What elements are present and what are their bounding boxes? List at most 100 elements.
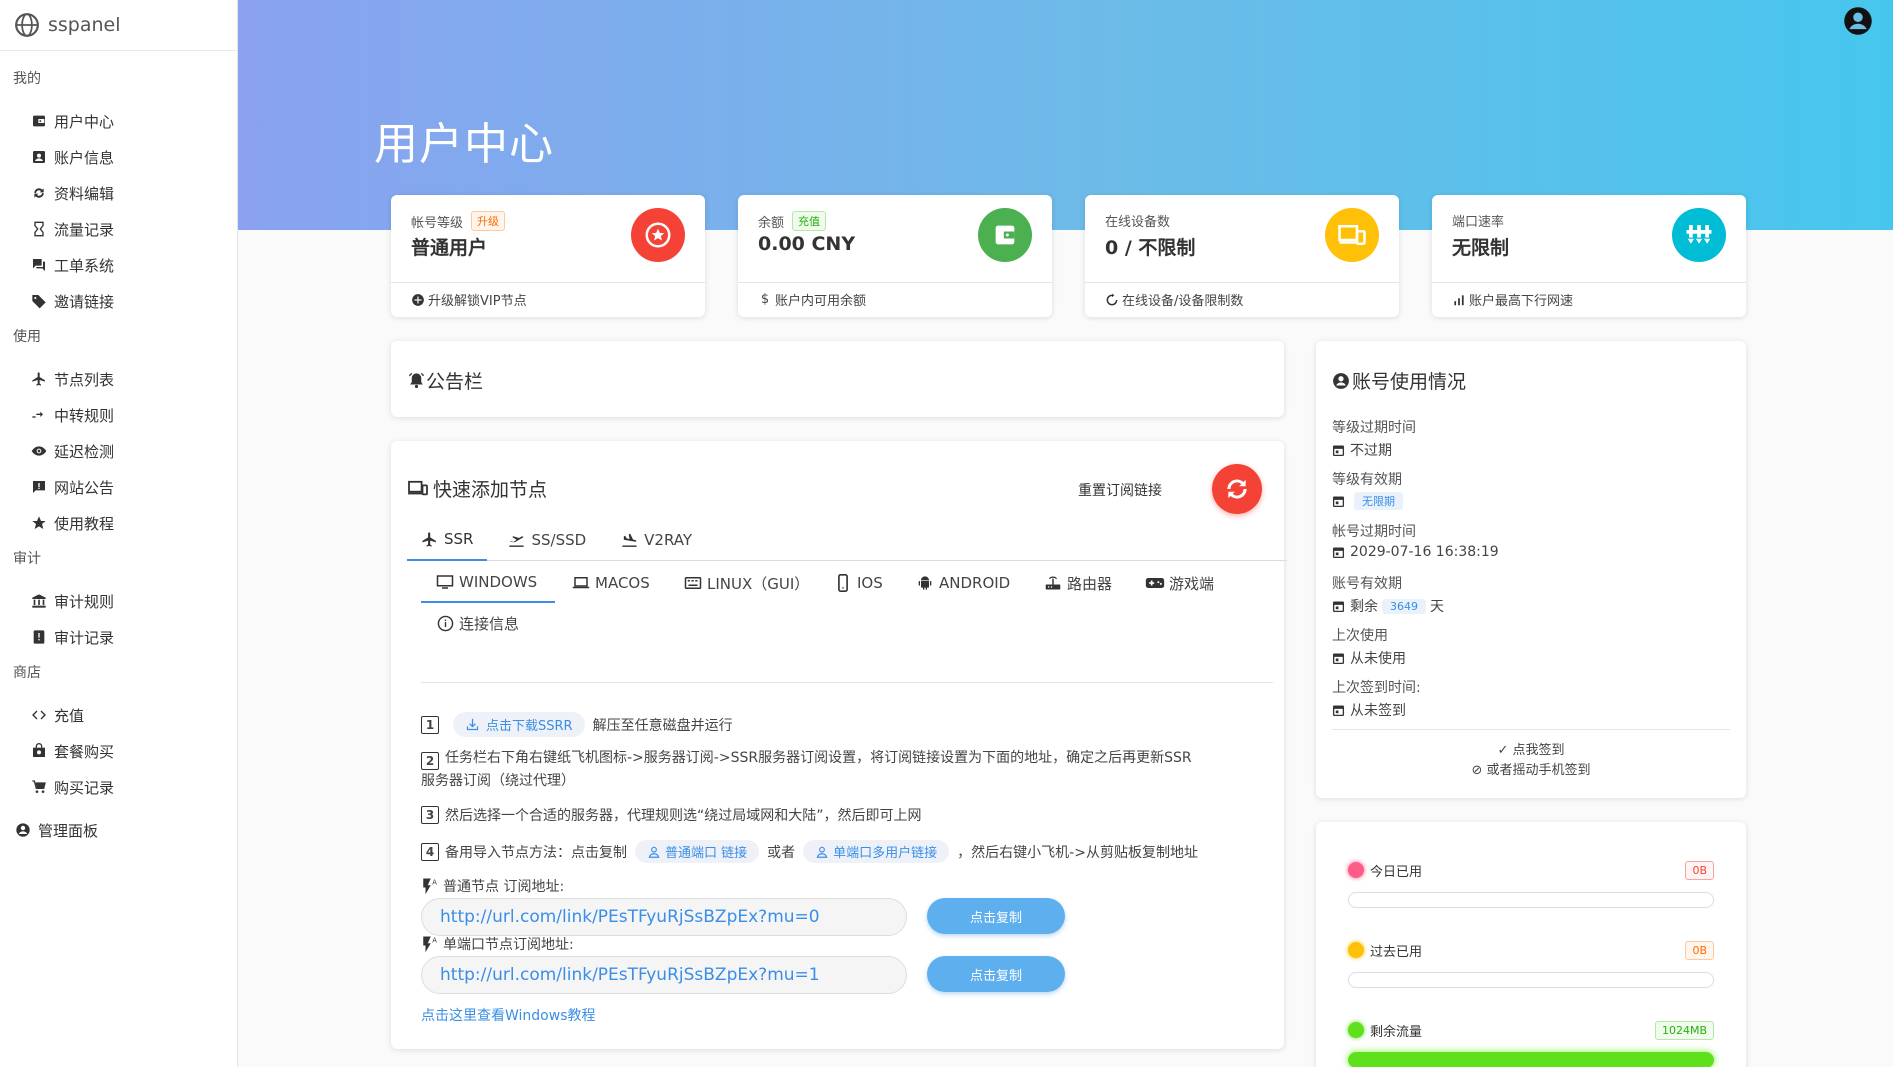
item-value: 无限期 — [1332, 492, 1407, 510]
quick-add-card: 快速添加节点 重置订阅链接 SSR SS/SSD V2RAY WINDOWS M… — [391, 441, 1287, 1049]
check-icon: ✓ — [1497, 743, 1513, 758]
tab-ss-ssd[interactable]: SS/SSD — [493, 519, 600, 561]
sidebar-item-profile-edit[interactable]: 资料编辑 — [0, 175, 237, 211]
code-icon — [30, 706, 48, 724]
step-number-1-icon: 1 — [421, 715, 439, 734]
platform-tabs: WINDOWS MACOS LINUX（GUI） IOS ANDROID 路由器… — [421, 563, 1273, 643]
checkin-label: 点我签到 — [1512, 743, 1565, 758]
copy-normal-port-label: 普通端口 链接 — [665, 846, 748, 861]
level-validity-item: 等级有效期 无限期 — [1332, 469, 1407, 510]
status-dot-icon — [1348, 862, 1364, 878]
sidebar-item-audit-rules[interactable]: 审计规则 — [0, 583, 237, 619]
keyboard-icon — [683, 574, 703, 592]
airplane-icon — [422, 531, 436, 547]
sidebar-item-label: 充值 — [54, 706, 85, 725]
item-label: 上次签到时间: — [1332, 680, 1421, 696]
transfer-icon — [30, 406, 48, 424]
section-title-use: 使用 — [13, 329, 41, 345]
wallet-icon — [978, 208, 1032, 262]
tabs-divider — [421, 682, 1273, 683]
tag-icon — [30, 292, 48, 310]
step-number-2-icon: 2 — [421, 752, 439, 770]
tab-label: MACOS — [595, 574, 650, 592]
sidebar-item-audit-log[interactable]: 审计记录 — [0, 619, 237, 655]
copy-single-url-button[interactable]: 点击复制 — [927, 956, 1065, 992]
sidebar-item-tickets[interactable]: 工单系统 — [0, 247, 237, 283]
gamepad-icon — [1145, 574, 1165, 592]
sidebar-item-admin[interactable]: 管理面板 — [0, 812, 237, 848]
tab-android[interactable]: ANDROID — [915, 563, 1010, 603]
copy-normal-port-link[interactable]: 普通端口 链接 — [635, 840, 760, 863]
tab-v2ray[interactable]: V2RAY — [606, 519, 706, 561]
sidebar-item-user-center[interactable]: 用户中心 — [0, 103, 237, 139]
announcement-title: 公告栏 — [407, 367, 483, 394]
eye-icon — [30, 442, 48, 460]
sidebar-item-packages[interactable]: 套餐购买 — [0, 733, 237, 769]
item-suffix: 天 — [1430, 599, 1444, 615]
copy-single-port-link[interactable]: 单端口多用户链接 — [803, 840, 950, 863]
shake-label: 或者摇动手机签到 — [1486, 763, 1591, 778]
recharge-tag[interactable]: 充值 — [792, 211, 827, 231]
traffic-value-badge: 0B — [1685, 860, 1714, 880]
speed-icon — [1672, 208, 1726, 262]
traffic-value-badge: 1024MB — [1654, 1020, 1714, 1040]
tab-label: ANDROID — [939, 574, 1011, 592]
tab-connection-info[interactable]: 连接信息 — [435, 603, 519, 643]
step-4-prefix: 备用导入节点方法：点击复制 — [445, 844, 627, 861]
sidebar-item-nodes[interactable]: 节点列表 — [0, 361, 237, 397]
brand[interactable]: sspanel — [0, 0, 237, 51]
stat-value: 0 / 不限制 — [1105, 237, 1196, 259]
stat-foot: 在线设备/设备限制数 — [1085, 282, 1399, 316]
sidebar-item-purchase-history[interactable]: 购买记录 — [0, 769, 237, 805]
brand-name: sspanel — [48, 14, 121, 36]
devices-icon — [1325, 208, 1379, 262]
page-title: 用户中心 — [374, 119, 554, 170]
download-ssrr-label: 点击下载SSRR — [486, 719, 573, 734]
upgrade-tag[interactable]: 升级 — [471, 211, 506, 231]
windows-tutorial-link[interactable]: 点击这里查看Windows教程 — [421, 1005, 596, 1025]
tab-windows[interactable]: WINDOWS — [421, 563, 555, 603]
sidebar-item-recharge[interactable]: 充值 — [0, 697, 237, 733]
normal-subscription-url[interactable]: http://url.com/link/PEsTFyuRjSsBZpEx?mu=… — [421, 898, 907, 936]
checkin-button[interactable]: ✓ 点我签到 — [1316, 739, 1746, 758]
step-4: 4 备用导入节点方法：点击复制 普通端口 链接 或者 单端口多用户链接 ，然后右… — [421, 840, 1198, 863]
stat-foot: $ 账户内可用余额 — [738, 282, 1052, 316]
tab-ssr[interactable]: SSR — [407, 519, 488, 561]
sidebar-item-traffic-log[interactable]: 流量记录 — [0, 211, 237, 247]
traffic-remain-row: 剩余流量 1024MB — [1348, 1020, 1714, 1040]
sidebar-item-label: 资料编辑 — [54, 184, 115, 203]
item-value: 剩余 3649 天 — [1332, 596, 1444, 616]
tab-router[interactable]: 路由器 — [1043, 563, 1112, 603]
account-box-icon — [30, 148, 48, 166]
sidebar-item-account-info[interactable]: 账户信息 — [0, 139, 237, 175]
sidebar-item-latency[interactable]: 延迟检测 — [0, 433, 237, 469]
step-3-text: 然后选择一个合适的服务器，代理规则选“绕过局域网和大陆”，然后即可上网 — [445, 808, 922, 824]
status-dot-icon — [1348, 1022, 1364, 1038]
traffic-today-bar — [1348, 892, 1714, 908]
item-label: 等级有效期 — [1332, 472, 1402, 488]
sidebar-item-invite[interactable]: 邀请链接 — [0, 283, 237, 319]
item-label: 帐号过期时间 — [1332, 524, 1416, 540]
download-ssrr-link[interactable]: 点击下载SSRR — [453, 712, 585, 737]
stat-label: 余额 充值 — [758, 211, 827, 231]
sidebar-item-tutorial[interactable]: 使用教程 — [0, 505, 237, 541]
tab-ios[interactable]: IOS — [833, 563, 883, 603]
star-circle-icon — [631, 208, 685, 262]
reset-link-button[interactable] — [1212, 464, 1262, 514]
step-1-text: 解压至任意磁盘并运行 — [592, 717, 733, 734]
single-subscription-url[interactable]: http://url.com/link/PEsTFyuRjSsBZpEx?mu=… — [421, 956, 907, 994]
account-circle-icon[interactable] — [1843, 6, 1873, 36]
copy-normal-url-button[interactable]: 点击复制 — [927, 898, 1065, 934]
tab-linux[interactable]: LINUX（GUI） — [683, 563, 809, 603]
tab-game[interactable]: 游戏端 — [1145, 563, 1214, 603]
laptop-icon — [571, 574, 591, 592]
calendar-icon — [1332, 601, 1345, 612]
account-validity-item: 账号有效期 剩余 3649 天 — [1332, 573, 1444, 616]
account-expire-item: 帐号过期时间 2029-07-16 16:38:19 — [1332, 521, 1499, 560]
tab-macos[interactable]: MACOS — [571, 563, 650, 603]
step-2-text-cont: 服务器订阅（绕过代理） — [421, 773, 575, 789]
wallet-icon — [30, 112, 48, 130]
sidebar-item-relay[interactable]: 中转规则 — [0, 397, 237, 433]
traffic-label: 过去已用 — [1370, 944, 1423, 960]
sidebar-item-announcements[interactable]: 网站公告 — [0, 469, 237, 505]
